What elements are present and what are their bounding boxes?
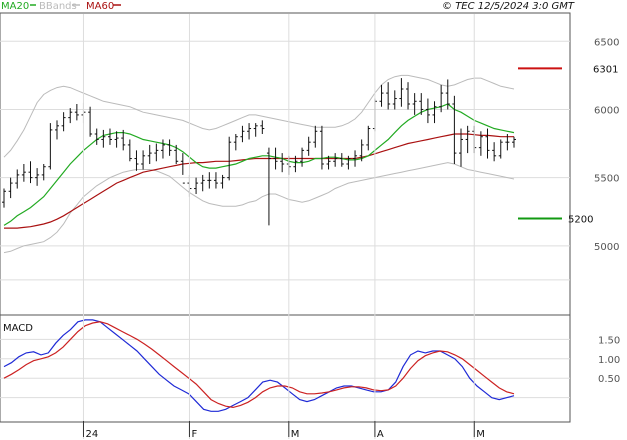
legend-ma20-label: MA20 <box>1 1 29 12</box>
price-tick-label: 5500 <box>594 174 619 185</box>
legend: MA20 BBands MA60 <box>1 1 121 12</box>
macd-tick-label: 1.00 <box>598 355 620 366</box>
chart-canvas: 5000 5500 6000 6500 0.50 1.00 1.50 24 F M A M 630… <box>0 1 620 440</box>
price-tick-label: 6000 <box>594 105 619 116</box>
macd-y-axis: 0.50 1.00 1.50 <box>598 335 620 385</box>
price-tick-label: 5000 <box>594 242 619 253</box>
macd-tick-label: 1.50 <box>598 335 620 346</box>
price-panel-frame <box>0 12 571 316</box>
credit-text: © TEC 12/5/2024 3:0 GMT <box>442 1 575 12</box>
macd-tick-label: 0.50 <box>598 374 620 385</box>
legend-ma60-label: MA60 <box>86 1 114 12</box>
x-tick-label: M <box>476 429 485 440</box>
macd-title: MACD <box>3 323 33 334</box>
price-level-label: 5200 <box>568 215 593 226</box>
price-tick-label: 6500 <box>594 37 619 48</box>
x-tick-label: A <box>377 429 384 440</box>
x-tick-label: F <box>191 429 197 440</box>
x-tick-label: 24 <box>85 429 98 440</box>
x-tick-label: M <box>291 429 300 440</box>
price-level-label: 6301 <box>593 64 618 75</box>
macd-panel-frame <box>0 314 571 423</box>
legend-bbands-label: BBands <box>39 1 77 12</box>
